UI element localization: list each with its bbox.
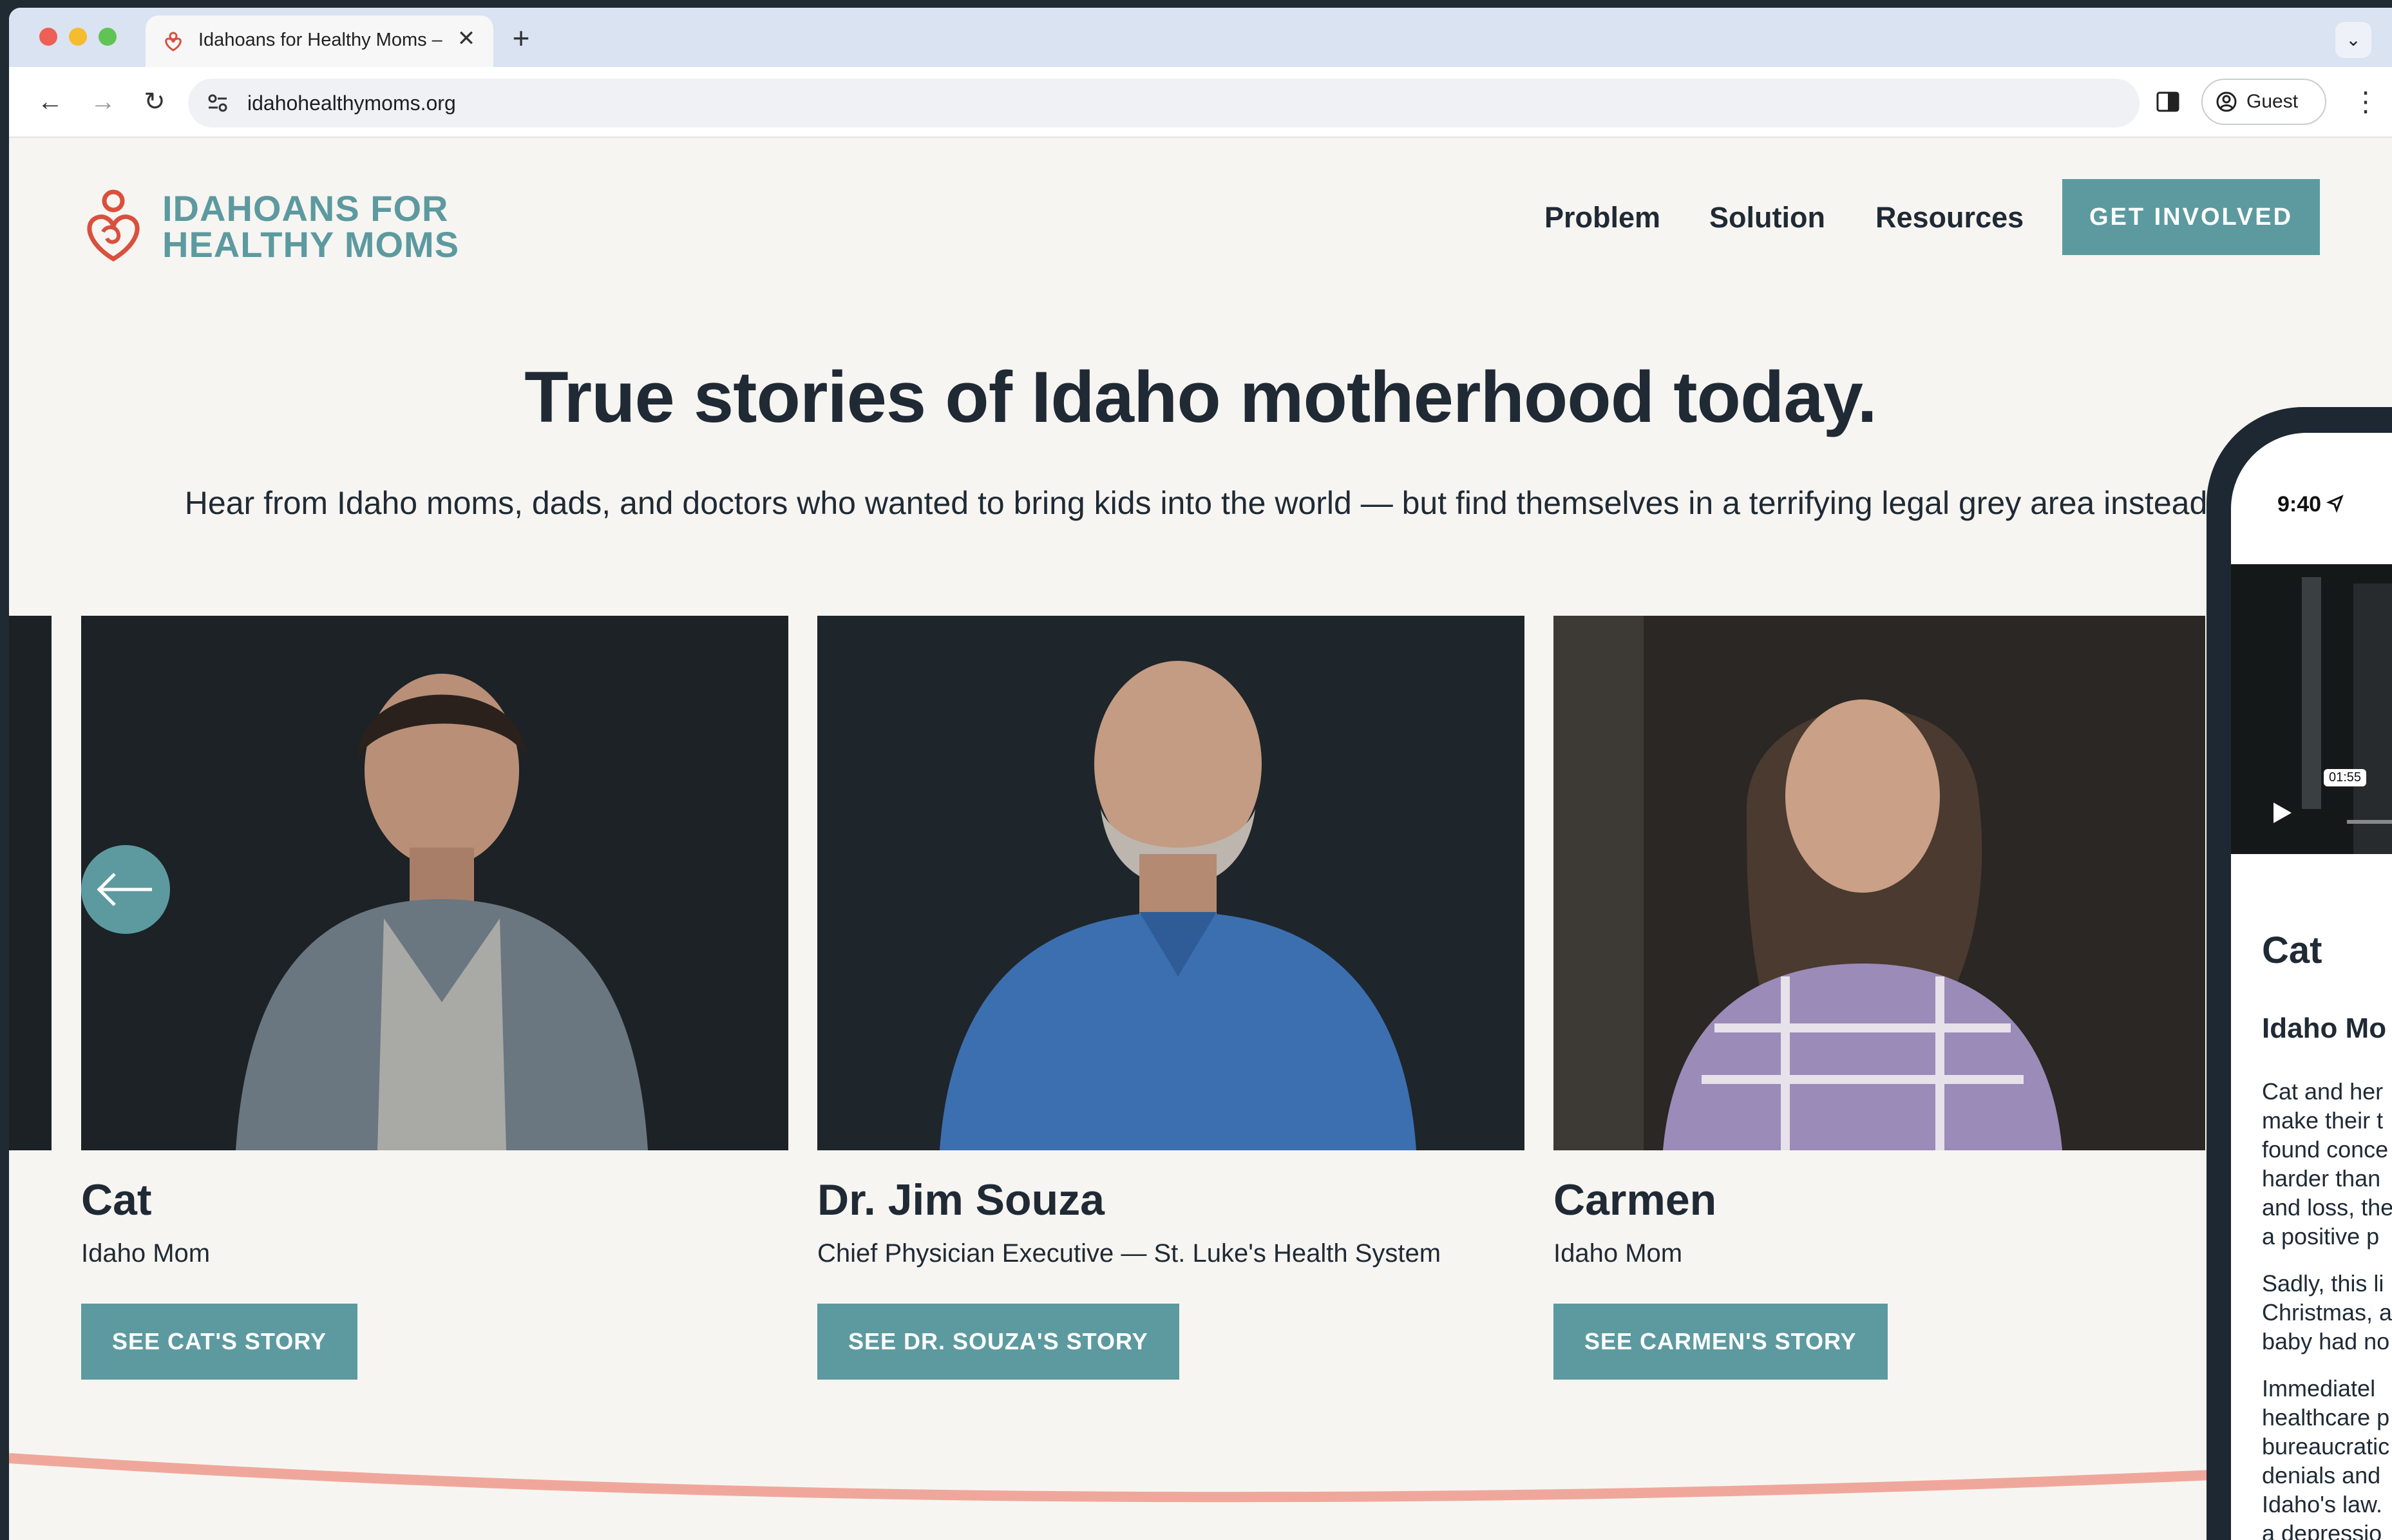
phone-story-role: Idaho Mo [2262,1012,2387,1044]
minimize-window-button[interactable] [69,28,87,46]
logo-wordmark: IDAHOANS FOR HEALTHY MOMS [162,191,459,263]
story-photo[interactable] [81,616,788,1150]
phone-text-line: Christmas, a [2262,1299,2392,1326]
nav-link-resources[interactable]: Resources [1875,201,2024,234]
phone-mockup: 9:40 01:55 Cat Idaho Mo Cat and her make… [2207,407,2392,1540]
phone-text-line: healthcare p [2262,1404,2390,1431]
phone-text-line: harder than [2262,1165,2381,1192]
phone-text-line: found conce [2262,1136,2389,1163]
close-window-button[interactable] [39,28,57,46]
see-cat-story-button[interactable]: SEE CAT'S STORY [81,1304,357,1380]
tab-search-chevron-icon[interactable]: ⌄ [2335,22,2371,58]
phone-time: 9:40 [2277,492,2322,517]
close-tab-icon[interactable]: ✕ [452,24,480,53]
story-photo[interactable] [1553,616,2205,1150]
phone-story-name: Cat [2262,929,2322,971]
browser-tab-active[interactable]: Idahoans for Healthy Moms – ✕ [146,15,493,67]
see-carmen-story-button[interactable]: SEE CARMEN'S STORY [1553,1304,1888,1380]
logo-line-2: HEALTHY MOMS [162,224,460,265]
forward-arrow-icon[interactable]: → [84,82,122,121]
story-role: Idaho Mom [81,1239,211,1268]
site-logo[interactable]: IDAHOANS FOR HEALTHY MOMS [81,180,468,271]
url-text[interactable]: idahohealthymoms.org [247,91,456,115]
location-arrow-icon [2326,495,2344,513]
phone-text-line: Immediatel [2262,1375,2376,1402]
tab-strip: Idahoans for Healthy Moms – ✕ + ⌄ [9,8,2392,67]
phone-text-line: denials and [2262,1462,2381,1488]
browser-toolbar: ← → ↻ idahohealthymoms.org Guest ⋮ [9,67,2392,138]
reload-icon[interactable]: ↻ [135,82,174,121]
arrow-left-icon [97,873,152,906]
story-photo[interactable] [817,616,1524,1150]
phone-text-line: a depressio [2262,1520,2382,1540]
see-dr-souza-story-button[interactable]: SEE DR. SOUZA'S STORY [817,1304,1179,1380]
browser-window: Idahoans for Healthy Moms – ✕ + ⌄ ← → ↻ … [9,8,2392,1540]
logo-line-1: IDAHOANS FOR [162,188,449,229]
phone-text-line: Sadly, this li [2262,1270,2384,1297]
story-name: Cat [81,1175,152,1224]
phone-story-body: Cat and her make their t found conce har… [2262,1077,2392,1540]
decorative-wave [9,1453,2392,1503]
browser-menu-icon[interactable]: ⋮ [2352,84,2379,120]
nav-link-solution[interactable]: Solution [1709,201,1825,234]
video-duration: 01:55 [2324,769,2367,786]
story-name: Carmen [1553,1175,1717,1224]
play-icon[interactable] [2268,800,2294,826]
stories-carousel: Cat Idaho Mom SEE CAT'S STORY Dr. Jim So… [9,616,2205,1389]
phone-text-line: bureaucratic [2262,1433,2390,1459]
phone-text-line: baby had no [2262,1328,2390,1355]
carousel-previous-button[interactable] [81,845,170,934]
back-arrow-icon[interactable]: ← [31,82,70,121]
phone-screen: 9:40 01:55 Cat Idaho Mo Cat and her make… [2231,433,2392,1540]
profile-icon [2216,91,2237,112]
address-bar[interactable]: idahohealthymoms.org [188,79,2140,128]
heart-logo-icon [87,189,140,262]
phone-text-line: Cat and her [2262,1078,2384,1105]
phone-video[interactable] [2231,564,2392,854]
heart-favicon-icon [165,32,182,52]
side-panel-icon[interactable] [2154,88,2182,116]
page-title: True stories of Idaho motherhood today. [524,357,1877,437]
new-tab-button[interactable]: + [505,23,537,55]
page-subtitle: Hear from Idaho moms, dads, and doctors … [184,485,2217,521]
site-settings-icon[interactable] [206,91,229,115]
maximize-window-button[interactable] [99,28,117,46]
profile-label: Guest [2246,91,2299,112]
nav-link-problem[interactable]: Problem [1544,201,1660,234]
phone-text-line: Idaho's law. [2262,1491,2382,1517]
previous-story-photo-partial [9,616,52,1150]
story-role: Idaho Mom [1553,1239,1683,1268]
tab-title: Idahoans for Healthy Moms – [198,30,442,50]
story-name: Dr. Jim Souza [817,1175,1105,1224]
phone-text-line: make their t [2262,1107,2384,1134]
get-involved-button[interactable]: GET INVOLVED [2062,179,2320,255]
story-role: Chief Physician Executive — St. Luke's H… [817,1239,1441,1268]
profile-button[interactable]: Guest [2201,79,2326,125]
phone-text-line: a positive p [2262,1223,2380,1250]
phone-text-line: and loss, the [2262,1194,2392,1221]
